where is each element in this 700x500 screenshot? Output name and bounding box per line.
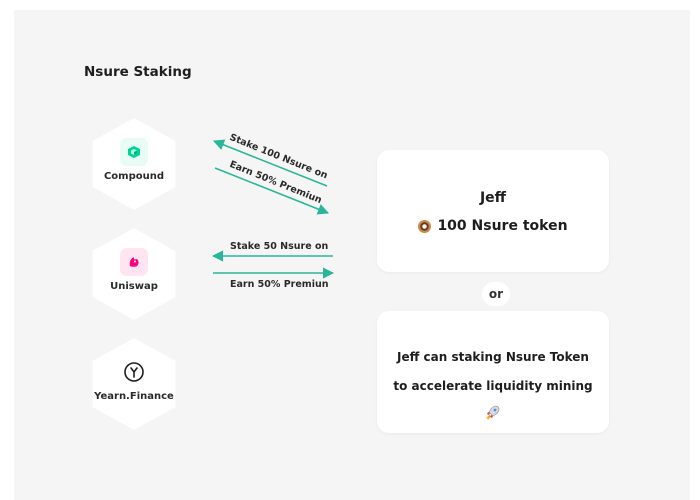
alt-card-line-1: Jeff can staking Nsure Token (397, 350, 589, 364)
user-token-amount: 100 Nsure token (437, 218, 568, 234)
user-card: Jeff 100 Nsure token (377, 150, 609, 272)
alt-card: Jeff can staking Nsure Token to accelera… (377, 311, 609, 433)
donut-icon (418, 219, 432, 233)
user-token-row: 100 Nsure token (377, 218, 609, 234)
or-separator: or (482, 282, 510, 306)
rocket-icon (485, 404, 501, 424)
user-name: Jeff (479, 190, 507, 206)
uniswap-stake-label: Stake 50 Nsure on (230, 241, 329, 252)
uniswap-earn-label: Earn 50% Premiun (230, 279, 329, 290)
alt-card-line-2: to accelerate liquidity mining (393, 379, 593, 393)
